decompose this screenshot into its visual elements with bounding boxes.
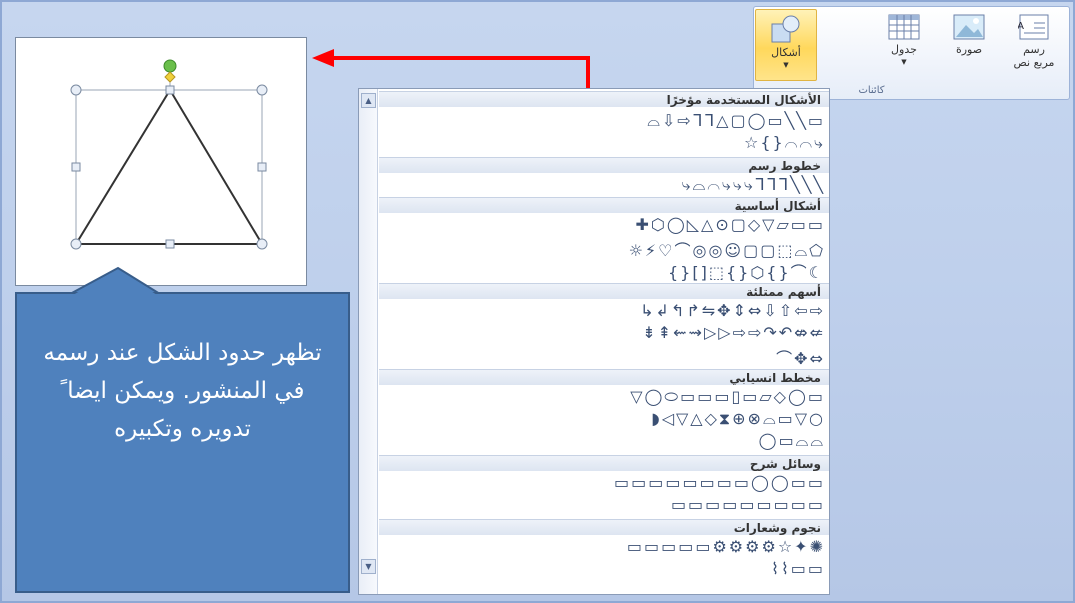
shapes-gallery[interactable]: ▲ ▼ الأشكال المستخدمة مؤخرًا ▭╲╲▭◯▢△ᒣᒣ⇨⇩…: [358, 88, 830, 595]
shape-row[interactable]: ▭▭⌇⌇: [379, 559, 825, 581]
category-header: نجوم وشعارات: [379, 519, 829, 535]
info-callout: تظهر حدود الشكل عند رسمه في المنشور. ويم…: [15, 292, 350, 593]
category-header: مخطط انسيابي: [379, 369, 829, 385]
shape-row[interactable]: ⬠⌓⬚▢▢☺◎◎⌒♡⚡☼: [379, 237, 825, 259]
shape-row[interactable]: ▭▭▱▽◇▢⊙△◺◯⬡✚: [379, 215, 825, 237]
category-header: خطوط رسم: [379, 157, 829, 173]
shape-row[interactable]: ▭▭▭▭▭▭▭▭▭: [379, 495, 825, 517]
shape-row[interactable]: ⌓⌓▭◯: [379, 431, 825, 453]
shape-row[interactable]: ⇔✥⌒: [379, 345, 825, 367]
scroll-up-icon[interactable]: ▲: [361, 93, 376, 108]
gallery-scrollbar[interactable]: ▲ ▼: [359, 89, 378, 594]
shape-row[interactable]: ⇍⇎↶↷⇨⇨▷▷⇝⇜⇞⇟: [379, 323, 825, 345]
shape-row[interactable]: ○▽▭⌓⊗⊕⧗◇△▽◁◗: [379, 409, 825, 431]
shape-row[interactable]: ⤷⌒⌒{}☆: [379, 133, 825, 155]
shape-row[interactable]: ⇨⇦⇧⇩⇔⇕✥⇋↱↰↲↳: [379, 301, 825, 323]
shape-row[interactable]: ✺✦☆⚙⚙⚙⚙▭▭▭▭▭: [379, 537, 825, 559]
shape-row[interactable]: ╲╲╲ᒣᒣᒣ⤷⤷⤷⌒⌓⤷: [379, 175, 825, 197]
category-header: وسائل شرح: [379, 455, 829, 471]
shape-row[interactable]: ▭◯◇▱▭▯▭▭▭⬭◯▽: [379, 387, 825, 409]
shape-row[interactable]: ▭▭◯◯▭▭▭▭▭▭▭▭: [379, 473, 825, 495]
gallery-content: الأشكال المستخدمة مؤخرًا ▭╲╲▭◯▢△ᒣᒣ⇨⇩⌓ ⤷⌒…: [379, 89, 829, 594]
shape-row[interactable]: ☾⌒{}⬡{}⬚[]{}: [379, 259, 825, 281]
category-header: الأشكال المستخدمة مؤخرًا: [379, 91, 829, 107]
scroll-down-icon[interactable]: ▼: [361, 559, 376, 574]
category-header: أشكال أساسية: [379, 197, 829, 213]
category-header: أسهم ممتلئة: [379, 283, 829, 299]
shape-row[interactable]: ▭╲╲▭◯▢△ᒣᒣ⇨⇩⌓: [379, 111, 825, 133]
callout-text: تظهر حدود الشكل عند رسمه في المنشور. ويم…: [43, 340, 322, 442]
